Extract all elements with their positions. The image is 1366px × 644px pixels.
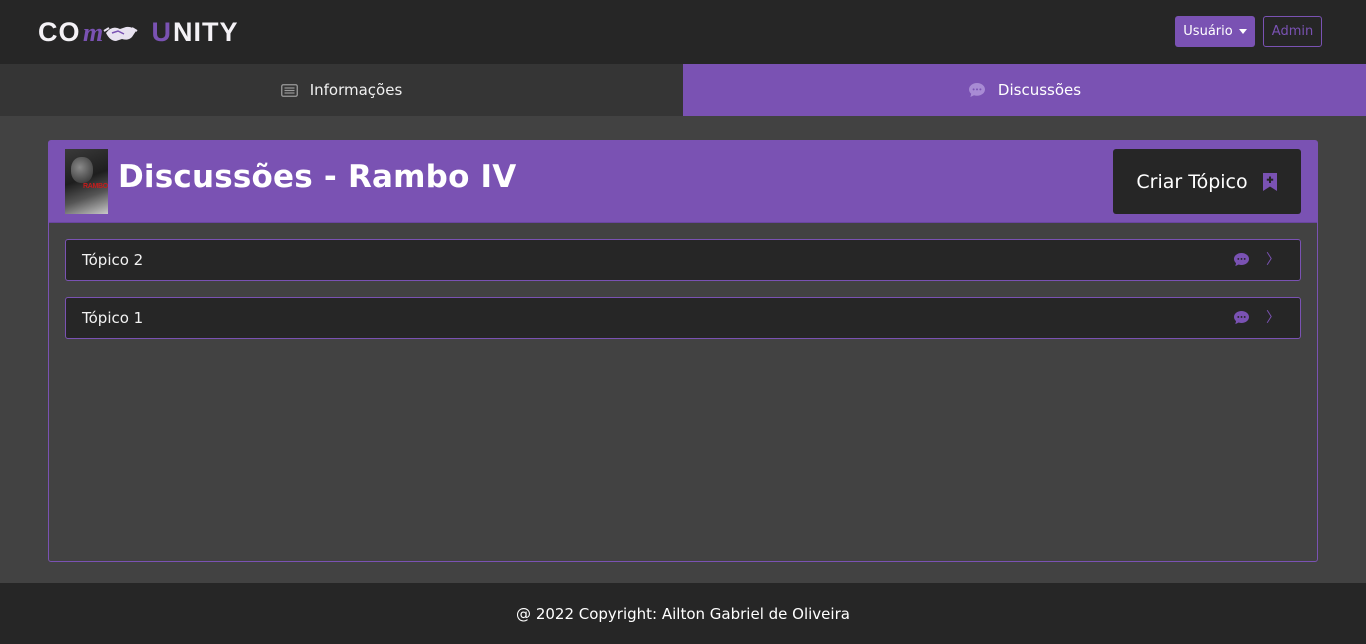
discussion-card-header: RAMBO Discussões - Rambo IV Criar Tópico xyxy=(49,141,1317,223)
admin-button[interactable]: Admin xyxy=(1263,16,1322,47)
tab-discussoes[interactable]: Discussões xyxy=(683,64,1366,116)
admin-button-label: Admin xyxy=(1271,24,1314,39)
handshake-logo-icon: m xyxy=(83,18,138,47)
community-logo[interactable]: CO m U NITY xyxy=(38,15,239,49)
movie-poster-title: RAMBO xyxy=(83,183,108,190)
chevron-right-icon: 〉 xyxy=(1266,309,1280,326)
logo-mark: m U xyxy=(82,17,173,48)
user-dropdown-button[interactable]: Usuário xyxy=(1175,16,1255,47)
logo-text-right: NITY xyxy=(173,16,239,47)
create-topic-label: Criar Tópico xyxy=(1136,170,1248,193)
caret-down-icon xyxy=(1238,29,1247,34)
topic-list-item[interactable]: Tópico 1 〉 xyxy=(65,297,1301,339)
footer-copyright: @ 2022 Copyright: Ailton Gabriel de Oliv… xyxy=(516,604,850,623)
topic-list-item[interactable]: Tópico 2 〉 xyxy=(65,239,1301,281)
chat-icon xyxy=(1234,252,1249,267)
chat-icon xyxy=(1234,310,1249,325)
list-icon xyxy=(280,83,298,97)
movie-poster: RAMBO xyxy=(65,149,108,214)
tab-informacoes[interactable]: Informações xyxy=(0,64,683,116)
logo-text-mid: U xyxy=(151,16,172,47)
page-title: Discussões - Rambo IV xyxy=(118,159,517,195)
chat-icon xyxy=(968,83,985,97)
tab-discussoes-label: Discussões xyxy=(997,81,1082,99)
logo-text-left: CO xyxy=(38,16,81,47)
top-navbar: CO m U NITY Usuário Admin xyxy=(0,0,1366,64)
create-topic-button[interactable]: Criar Tópico xyxy=(1113,149,1301,214)
svg-text:m: m xyxy=(83,18,104,47)
topic-label: Tópico 2 xyxy=(82,251,144,269)
user-dropdown-label: Usuário xyxy=(1183,24,1233,39)
discussion-card: RAMBO Discussões - Rambo IV Criar Tópico… xyxy=(48,140,1318,562)
bookmark-plus-icon xyxy=(1262,172,1277,191)
chevron-right-icon: 〉 xyxy=(1266,251,1280,268)
topic-label: Tópico 1 xyxy=(82,309,144,327)
tab-informacoes-label: Informações xyxy=(309,81,403,99)
footer: @ 2022 Copyright: Ailton Gabriel de Oliv… xyxy=(0,583,1366,644)
